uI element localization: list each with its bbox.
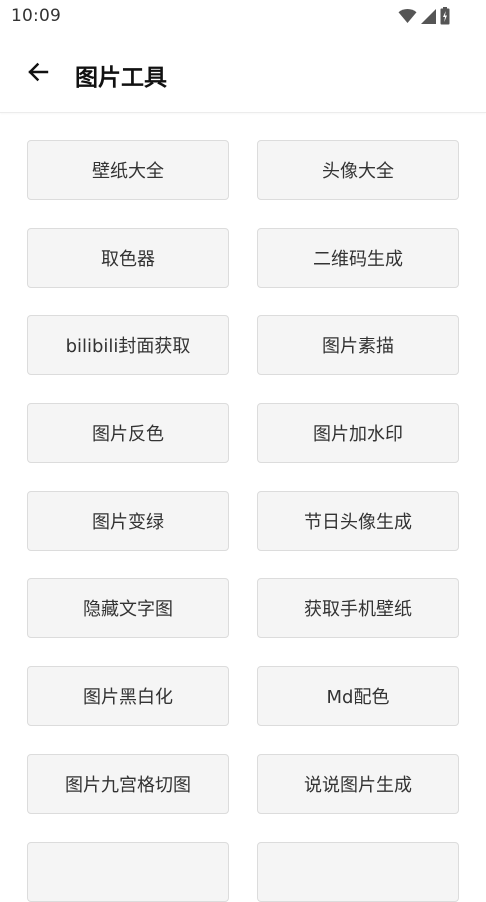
image-green-button[interactable]: 图片变绿 bbox=[27, 490, 229, 551]
signal-icon bbox=[420, 8, 437, 25]
festival-avatar-button[interactable]: 节日头像生成 bbox=[257, 490, 459, 551]
hidden-text-image-button[interactable]: 隐藏文字图 bbox=[27, 578, 229, 639]
image-grayscale-button[interactable]: 图片黑白化 bbox=[27, 666, 229, 727]
wallpaper-collection-button[interactable]: 壁纸大全 bbox=[27, 140, 229, 200]
battery-icon bbox=[440, 7, 450, 25]
md-color-button[interactable]: Md配色 bbox=[257, 666, 459, 727]
color-picker-button[interactable]: 取色器 bbox=[27, 227, 229, 288]
qrcode-generator-button[interactable]: 二维码生成 bbox=[257, 227, 459, 288]
status-icons bbox=[398, 6, 450, 26]
tool-button-partial[interactable] bbox=[257, 841, 459, 902]
app-bar: 图片工具 bbox=[0, 34, 486, 113]
bilibili-cover-button[interactable]: bilibili封面获取 bbox=[27, 315, 229, 376]
image-sketch-button[interactable]: 图片素描 bbox=[257, 315, 459, 376]
wifi-icon bbox=[398, 8, 417, 24]
back-button[interactable] bbox=[18, 54, 58, 94]
image-watermark-button[interactable]: 图片加水印 bbox=[257, 403, 459, 464]
image-invert-button[interactable]: 图片反色 bbox=[27, 403, 229, 464]
avatar-collection-button[interactable]: 头像大全 bbox=[257, 140, 459, 200]
status-time: 10:09 bbox=[11, 6, 61, 26]
tool-button-partial[interactable] bbox=[27, 841, 229, 902]
page-title: 图片工具 bbox=[75, 65, 167, 91]
shuoshuo-image-button[interactable]: 说说图片生成 bbox=[257, 753, 459, 814]
status-bar: 10:09 bbox=[0, 0, 486, 34]
arrow-left-icon bbox=[26, 60, 50, 88]
nine-grid-cut-button[interactable]: 图片九宫格切图 bbox=[27, 753, 229, 814]
phone-wallpaper-button[interactable]: 获取手机壁纸 bbox=[257, 578, 459, 639]
tool-grid: 壁纸大全 头像大全 取色器 二维码生成 bilibili封面获取 图片素描 图片… bbox=[27, 140, 459, 902]
